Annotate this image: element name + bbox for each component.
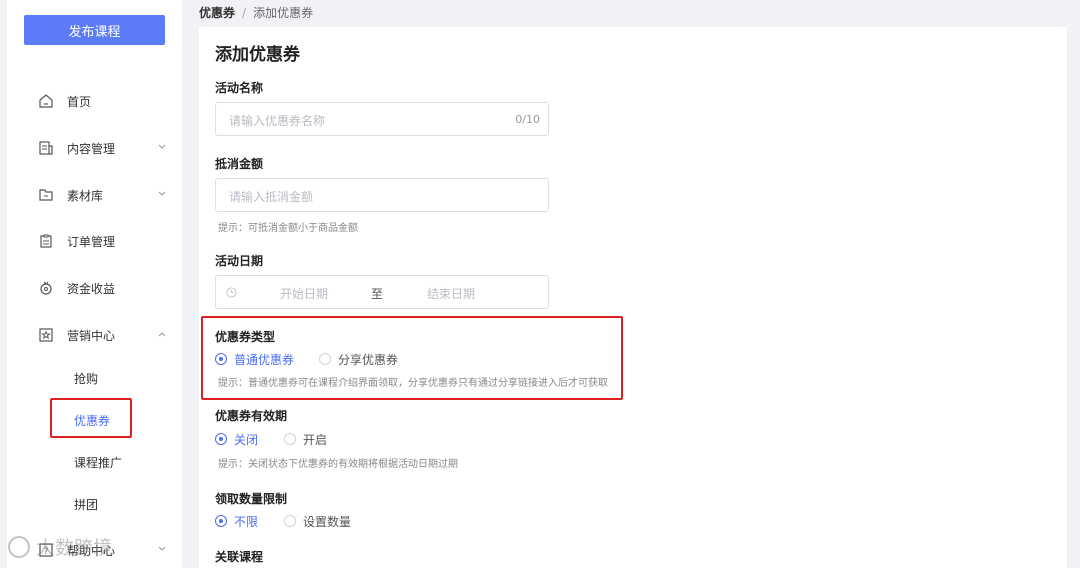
sidebar-item-label: 资金收益 bbox=[67, 281, 116, 296]
radio-limit-unlimited-label[interactable]: 不限 bbox=[234, 513, 258, 530]
name-char-count: 0/10 bbox=[515, 113, 540, 126]
watermark: 大数跨境 bbox=[8, 533, 112, 560]
radio-limit-set[interactable] bbox=[284, 515, 296, 527]
sidebar-item-label: 内容管理 bbox=[67, 141, 116, 156]
date-separator: 至 bbox=[371, 287, 384, 301]
limit-label: 领取数量限制 bbox=[215, 492, 288, 506]
name-label: 活动名称 bbox=[215, 81, 264, 95]
sidebar: 发布课程 首页 内容管理 素材库 订单管理 资金收益 营销中心 抢购 优惠券 课… bbox=[7, 0, 182, 568]
content-icon bbox=[39, 141, 53, 155]
marketing-icon bbox=[39, 328, 53, 342]
publish-course-button[interactable]: 发布课程 bbox=[24, 15, 165, 45]
sidebar-subitem-label: 课程推广 bbox=[74, 455, 123, 470]
sidebar-item-revenue[interactable]: 资金收益 bbox=[7, 273, 182, 303]
sidebar-item-label: 素材库 bbox=[67, 188, 104, 203]
coupon-type-highlight-box bbox=[201, 316, 623, 400]
sidebar-subitem-label: 拼团 bbox=[74, 497, 99, 512]
breadcrumb-current: 添加优惠券 bbox=[253, 6, 314, 20]
sidebar-item-orders[interactable]: 订单管理 bbox=[7, 226, 182, 256]
amount-placeholder: 请输入抵消金额 bbox=[229, 190, 314, 204]
sidebar-item-marketing[interactable]: 营销中心 bbox=[7, 320, 182, 350]
page-title: 添加优惠券 bbox=[215, 45, 300, 65]
chevron-down-icon bbox=[158, 546, 166, 551]
sidebar-subitem-promotion[interactable]: 课程推广 bbox=[7, 448, 182, 476]
sidebar-subitem-group-buy[interactable]: 拼团 bbox=[7, 490, 182, 518]
order-icon bbox=[40, 234, 52, 248]
validity-hint: 提示：关闭状态下优惠券的有效期将根据活动日期过期 bbox=[218, 459, 458, 470]
radio-validity-on[interactable] bbox=[284, 433, 296, 445]
home-icon bbox=[39, 94, 53, 108]
radio-limit-set-label[interactable]: 设置数量 bbox=[303, 513, 351, 530]
radio-validity-on-label[interactable]: 开启 bbox=[303, 431, 327, 448]
watermark-text: 大数跨境 bbox=[36, 537, 113, 559]
date-label: 活动日期 bbox=[215, 254, 264, 268]
date-end-placeholder[interactable]: 结束日期 bbox=[427, 285, 475, 302]
amount-input[interactable]: 请输入抵消金额 bbox=[215, 178, 549, 212]
amount-label: 抵消金额 bbox=[215, 157, 264, 171]
radio-validity-off[interactable] bbox=[215, 433, 227, 445]
sidebar-item-home[interactable]: 首页 bbox=[7, 86, 182, 116]
name-input[interactable]: 请输入优惠券名称 0/10 bbox=[215, 102, 549, 136]
watermark-logo-icon bbox=[8, 535, 30, 558]
sidebar-item-content[interactable]: 内容管理 bbox=[7, 133, 182, 163]
chevron-up-icon bbox=[158, 332, 166, 337]
chevron-down-icon bbox=[158, 144, 166, 149]
clock-icon bbox=[226, 287, 237, 298]
breadcrumb: 优惠券 / 添加优惠券 bbox=[199, 4, 313, 21]
breadcrumb-separator: / bbox=[242, 6, 247, 20]
breadcrumb-parent[interactable]: 优惠券 bbox=[199, 6, 235, 20]
name-placeholder: 请输入优惠券名称 bbox=[229, 114, 326, 128]
coupon-menu-highlight-box bbox=[50, 398, 132, 438]
chevron-down-icon bbox=[158, 191, 166, 196]
sidebar-item-label: 营销中心 bbox=[67, 328, 116, 343]
date-start-placeholder[interactable]: 开始日期 bbox=[280, 285, 328, 302]
folder-icon bbox=[39, 189, 53, 201]
sidebar-subitem-flash-sale[interactable]: 抢购 bbox=[7, 364, 182, 392]
radio-validity-off-label[interactable]: 关闭 bbox=[234, 431, 258, 448]
money-icon bbox=[40, 281, 52, 295]
sidebar-item-materials[interactable]: 素材库 bbox=[7, 180, 182, 210]
amount-hint: 提示：可抵消金额小于商品金额 bbox=[218, 223, 358, 234]
sidebar-item-label: 订单管理 bbox=[67, 234, 116, 249]
sidebar-subitem-label: 抢购 bbox=[74, 371, 99, 386]
related-course-label: 关联课程 bbox=[215, 550, 264, 564]
date-range-picker[interactable]: 开始日期 至 结束日期 bbox=[215, 275, 549, 309]
sidebar-item-label: 首页 bbox=[67, 94, 92, 109]
radio-limit-unlimited[interactable] bbox=[215, 515, 227, 527]
validity-label: 优惠券有效期 bbox=[215, 409, 288, 423]
